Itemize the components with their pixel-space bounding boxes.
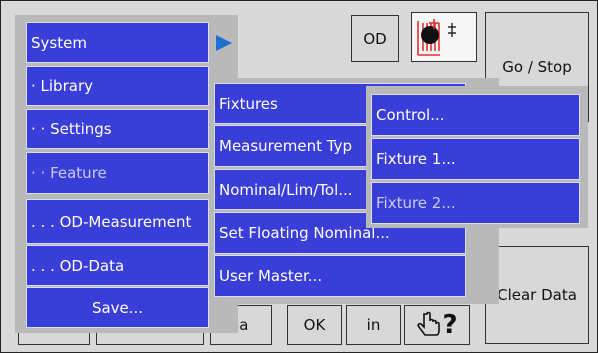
menu-item-od-data[interactable]: . . . OD-Data <box>26 245 209 286</box>
menu-item-od-measurement[interactable]: . . . OD-Measurement <box>26 199 209 244</box>
clear-data-label: Clear Data <box>497 286 577 304</box>
ok-label: OK <box>303 316 326 334</box>
gauge-status-icon[interactable] <box>411 12 477 62</box>
menu-item-library[interactable]: · Library <box>26 66 209 106</box>
menu-item-system[interactable]: System <box>26 22 209 63</box>
pointing-hand-icon <box>417 311 441 336</box>
clear-data-button[interactable]: Clear Data <box>485 246 589 344</box>
od-button[interactable]: OD <box>351 15 399 62</box>
od-label: OD <box>363 29 387 48</box>
submenu-item-user-master[interactable]: User Master... <box>214 255 466 297</box>
go-stop-label: Go / Stop <box>502 58 572 76</box>
fixture-item-control[interactable]: Control... <box>371 94 580 136</box>
units-label: in <box>366 316 381 334</box>
menu-item-feature[interactable]: · · Feature <box>26 152 209 194</box>
fixture-item-fixture-1[interactable]: Fixture 1... <box>371 138 580 180</box>
help-button[interactable]: ? <box>404 305 470 345</box>
fixture-item-fixture-2[interactable]: Fixture 2... <box>371 182 580 224</box>
help-question-label: ? <box>442 310 458 340</box>
menu-item-settings[interactable]: · · Settings <box>26 109 209 149</box>
units-in-button[interactable]: in <box>346 305 401 345</box>
submenu-arrow-icon <box>216 35 232 51</box>
menu-item-save[interactable]: Save... <box>26 287 209 328</box>
ok-button[interactable]: OK <box>287 305 342 345</box>
